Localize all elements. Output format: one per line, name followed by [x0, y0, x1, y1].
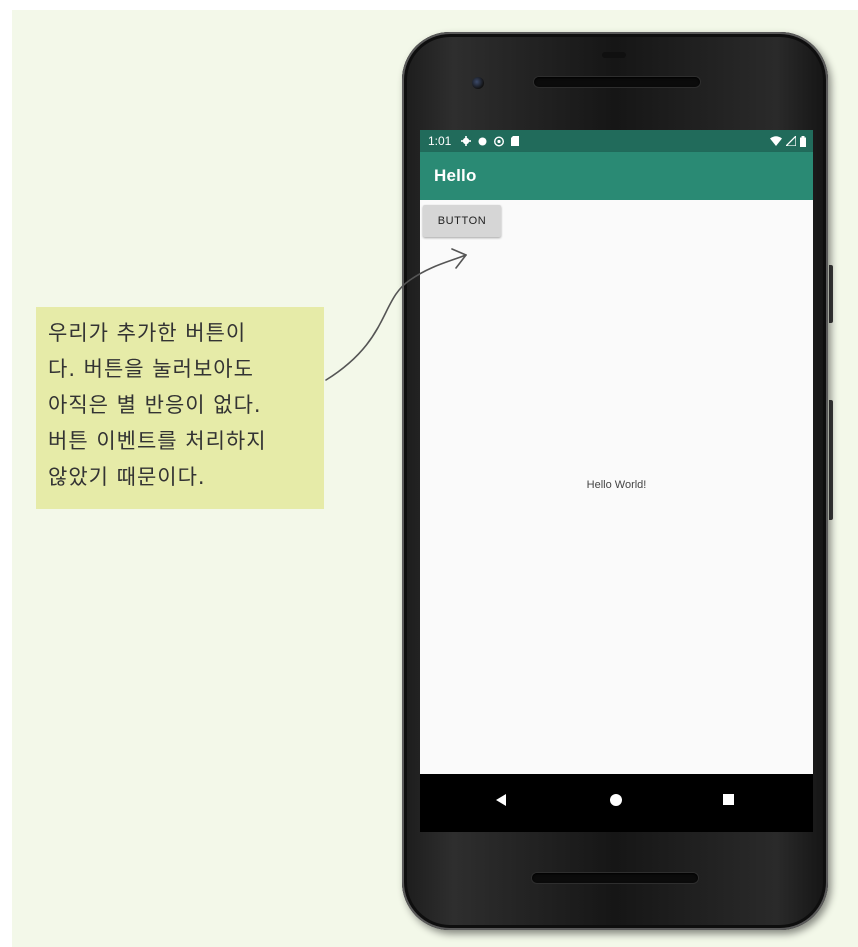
- app-title: Hello: [434, 166, 477, 185]
- annotation-text: 우리가 추가한 버튼이 다. 버튼을 눌러보아도 아직은 별 반응이 없다. 버…: [48, 315, 318, 495]
- annotation-line: 아직은 별 반응이 없다.: [48, 393, 262, 417]
- phone-power-button: [829, 400, 833, 520]
- front-camera-icon: [472, 77, 484, 89]
- phone-device: 1:01 Hello BUTTON Hello World!: [402, 32, 828, 930]
- phone-volume-button: [829, 265, 833, 323]
- annotation-note: 우리가 추가한 버튼이 다. 버튼을 눌러보아도 아직은 별 반응이 없다. 버…: [36, 307, 324, 509]
- top-speaker-grille: [534, 77, 700, 87]
- status-time: 1:01: [428, 134, 452, 148]
- status-bar: 1:01: [420, 130, 813, 152]
- navigation-bar: [420, 774, 813, 832]
- back-icon[interactable]: [496, 794, 506, 806]
- main-content: BUTTON Hello World!: [420, 200, 813, 774]
- dot-icon: [478, 137, 487, 145]
- battery-icon: [800, 135, 806, 147]
- app-bar: Hello: [420, 152, 813, 200]
- shield-icon: [494, 136, 505, 146]
- signal-icon: [786, 136, 796, 146]
- main-button[interactable]: BUTTON: [423, 205, 501, 237]
- home-icon[interactable]: [610, 794, 622, 806]
- status-icons-left: [461, 136, 520, 147]
- annotation-line: 다. 버튼을 눌러보아도: [48, 357, 254, 381]
- annotation-line: 우리가 추가한 버튼이: [48, 321, 247, 345]
- gear-icon: [461, 136, 472, 146]
- recents-icon[interactable]: [723, 794, 734, 805]
- status-icons-right: [770, 135, 806, 147]
- proximity-sensor: [602, 52, 626, 58]
- sd-card-icon: [511, 136, 520, 146]
- annotation-line: 버튼 이벤트를 처리하지: [48, 429, 267, 453]
- wifi-icon: [770, 136, 782, 146]
- annotation-line: 않았기 때문이다.: [48, 465, 206, 489]
- phone-screen: 1:01 Hello BUTTON Hello World!: [420, 130, 813, 832]
- bottom-speaker-grille: [532, 873, 698, 883]
- hello-world-text: Hello World!: [586, 479, 647, 491]
